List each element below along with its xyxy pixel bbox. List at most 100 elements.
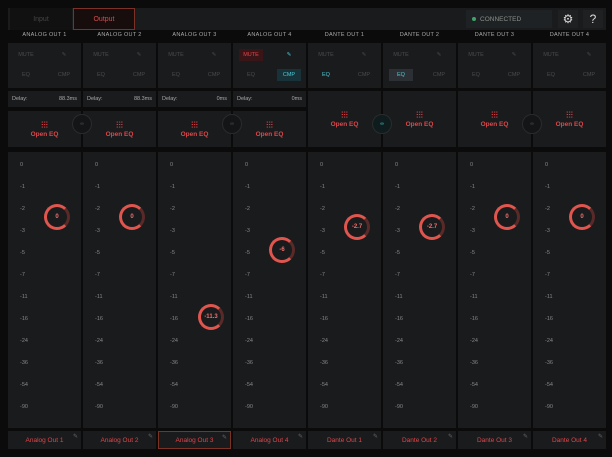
pencil-icon[interactable]: ✎ — [523, 433, 528, 440]
mute-button[interactable]: MUTE — [464, 49, 488, 61]
fader-track[interactable]: 0 -1 -2 -3 -5 -7 -11 -16 -24 -36 -54 -90 -11.3 — [158, 152, 231, 428]
channel-name-button[interactable]: Analog Out 2 ✎ — [83, 431, 156, 449]
pencil-icon[interactable]: ✎ — [298, 433, 303, 440]
mute-button[interactable]: MUTE — [389, 49, 413, 61]
cmp-button[interactable]: CMP — [127, 69, 151, 81]
mute-button[interactable]: MUTE — [539, 49, 563, 61]
delay-row[interactable]: Delay: 88.3ms — [83, 91, 156, 107]
edit-icon[interactable]: ✎ — [427, 49, 451, 61]
fader-value: -11.3 — [204, 314, 218, 320]
fader-knob[interactable]: -2.7 — [419, 214, 445, 240]
channel-name-button[interactable]: Dante Out 1 ✎ — [308, 431, 381, 449]
pencil-icon[interactable]: ✎ — [373, 433, 378, 440]
open-eq-button[interactable]: ⫶⫶⫶ Open EQ — [458, 91, 531, 147]
fader-track[interactable]: 0 -1 -2 -3 -5 -7 -11 -16 -24 -36 -54 -90 0 — [458, 152, 531, 428]
eq-button[interactable]: EQ — [464, 69, 488, 81]
open-eq-button[interactable]: ⫶⫶⫶ Open EQ — [83, 111, 156, 147]
eq-button[interactable]: EQ — [89, 69, 113, 81]
edit-icon[interactable]: ✎ — [127, 49, 151, 61]
cmp-button[interactable]: CMP — [202, 69, 226, 81]
fader-track[interactable]: 0 -1 -2 -3 -5 -7 -11 -16 -24 -36 -54 -90 0 — [8, 152, 81, 428]
scale-tick: -7 — [245, 272, 250, 278]
scale-tick: -90 — [470, 404, 478, 410]
link-channels-button[interactable]: ∞ — [222, 114, 242, 134]
scale-tick: -3 — [545, 228, 550, 234]
delay-row[interactable]: Delay: 88.3ms — [8, 91, 81, 107]
pencil-icon[interactable]: ✎ — [73, 433, 78, 440]
channel-name-button[interactable]: Analog Out 4 ✎ — [233, 431, 306, 449]
channel-name-button[interactable]: Dante Out 2 ✎ — [383, 431, 456, 449]
fader-knob[interactable]: -6 — [269, 237, 295, 263]
channel-header: DANTE OUT 2 — [399, 32, 440, 38]
edit-icon[interactable]: ✎ — [52, 49, 76, 61]
link-channels-button[interactable]: ∞ — [72, 114, 92, 134]
scale-tick: -1 — [470, 184, 475, 190]
open-eq-button[interactable]: ⫶⫶⫶ Open EQ — [233, 111, 306, 147]
scale-tick: 0 — [545, 162, 549, 168]
scale-tick: -3 — [245, 228, 250, 234]
edit-icon[interactable]: ✎ — [277, 49, 301, 61]
pencil-icon[interactable]: ✎ — [448, 433, 453, 440]
fader-knob[interactable]: 0 — [494, 204, 520, 230]
eq-button[interactable]: EQ — [14, 69, 38, 81]
fader-knob[interactable]: 0 — [569, 204, 595, 230]
edit-icon[interactable]: ✎ — [202, 49, 226, 61]
link-channels-button[interactable]: ∞ — [522, 114, 542, 134]
link-icon: ∞ — [530, 121, 534, 127]
scale-tick: -16 — [395, 316, 403, 322]
open-eq-button[interactable]: ⫶⫶⫶ Open EQ — [8, 111, 81, 147]
mute-button[interactable]: MUTE — [89, 49, 113, 61]
mute-button[interactable]: MUTE — [14, 49, 38, 61]
pencil-icon[interactable]: ✎ — [148, 433, 153, 440]
fader-track[interactable]: 0 -1 -2 -3 -5 -7 -11 -16 -24 -36 -54 -90 0 — [83, 152, 156, 428]
eq-button[interactable]: EQ — [314, 69, 338, 81]
link-channels-button[interactable]: ∞ — [372, 114, 392, 134]
scale-tick: -3 — [395, 228, 400, 234]
open-eq-button[interactable]: ⫶⫶⫶ Open EQ — [533, 91, 606, 147]
eq-button[interactable]: EQ — [239, 69, 263, 81]
fader-track[interactable]: 0 -1 -2 -3 -5 -7 -11 -16 -24 -36 -54 -90 -2.7 — [383, 152, 456, 428]
edit-icon[interactable]: ✎ — [577, 49, 601, 61]
open-eq-button[interactable]: ⫶⫶⫶ Open EQ — [383, 91, 456, 147]
scale-tick: -5 — [20, 250, 25, 256]
fader-knob[interactable]: 0 — [119, 204, 145, 230]
scale-tick: -2 — [395, 206, 400, 212]
fader-track[interactable]: 0 -1 -2 -3 -5 -7 -11 -16 -24 -36 -54 -90 -6 — [233, 152, 306, 428]
eq-button[interactable]: EQ — [539, 69, 563, 81]
edit-icon[interactable]: ✎ — [352, 49, 376, 61]
open-eq-button[interactable]: ⫶⫶⫶ Open EQ — [158, 111, 231, 147]
pencil-icon[interactable]: ✎ — [222, 434, 227, 441]
scale-tick: -16 — [470, 316, 478, 322]
delay-row[interactable]: Delay: 0ms — [233, 91, 306, 107]
fader-knob[interactable]: 0 — [44, 204, 70, 230]
eq-button[interactable]: EQ — [389, 69, 413, 81]
channel-name-button[interactable]: Dante Out 4 ✎ — [533, 431, 606, 449]
channel-buttons: MUTE ✎ EQ CMP — [83, 43, 156, 88]
scale-tick: -54 — [470, 382, 478, 388]
scale-tick: -1 — [95, 184, 100, 190]
channel-name-button[interactable]: Analog Out 3 ✎ — [158, 431, 231, 449]
channel-name-button[interactable]: Analog Out 1 ✎ — [8, 431, 81, 449]
cmp-button[interactable]: CMP — [352, 69, 376, 81]
mute-button[interactable]: MUTE — [164, 49, 188, 61]
scale-tick: 0 — [395, 162, 399, 168]
fader-track[interactable]: 0 -1 -2 -3 -5 -7 -11 -16 -24 -36 -54 -90 0 — [533, 152, 606, 428]
scale-tick: -1 — [245, 184, 250, 190]
fader-knob[interactable]: -2.7 — [344, 214, 370, 240]
cmp-button[interactable]: CMP — [502, 69, 526, 81]
cmp-button[interactable]: CMP — [277, 69, 301, 81]
pencil-icon[interactable]: ✎ — [598, 433, 603, 440]
mute-button[interactable]: MUTE — [239, 49, 263, 61]
fader-knob[interactable]: -11.3 — [198, 304, 224, 330]
fader-track[interactable]: 0 -1 -2 -3 -5 -7 -11 -16 -24 -36 -54 -90 -2.7 — [308, 152, 381, 428]
mute-button[interactable]: MUTE — [314, 49, 338, 61]
cmp-button[interactable]: CMP — [427, 69, 451, 81]
delay-row[interactable]: Delay: 0ms — [158, 91, 231, 107]
channel-name-button[interactable]: Dante Out 3 ✎ — [458, 431, 531, 449]
channel-header: ANALOG OUT 4 — [247, 32, 292, 38]
edit-icon[interactable]: ✎ — [502, 49, 526, 61]
cmp-button[interactable]: CMP — [52, 69, 76, 81]
cmp-button[interactable]: CMP — [577, 69, 601, 81]
open-eq-button[interactable]: ⫶⫶⫶ Open EQ — [308, 91, 381, 147]
eq-button[interactable]: EQ — [164, 69, 188, 81]
